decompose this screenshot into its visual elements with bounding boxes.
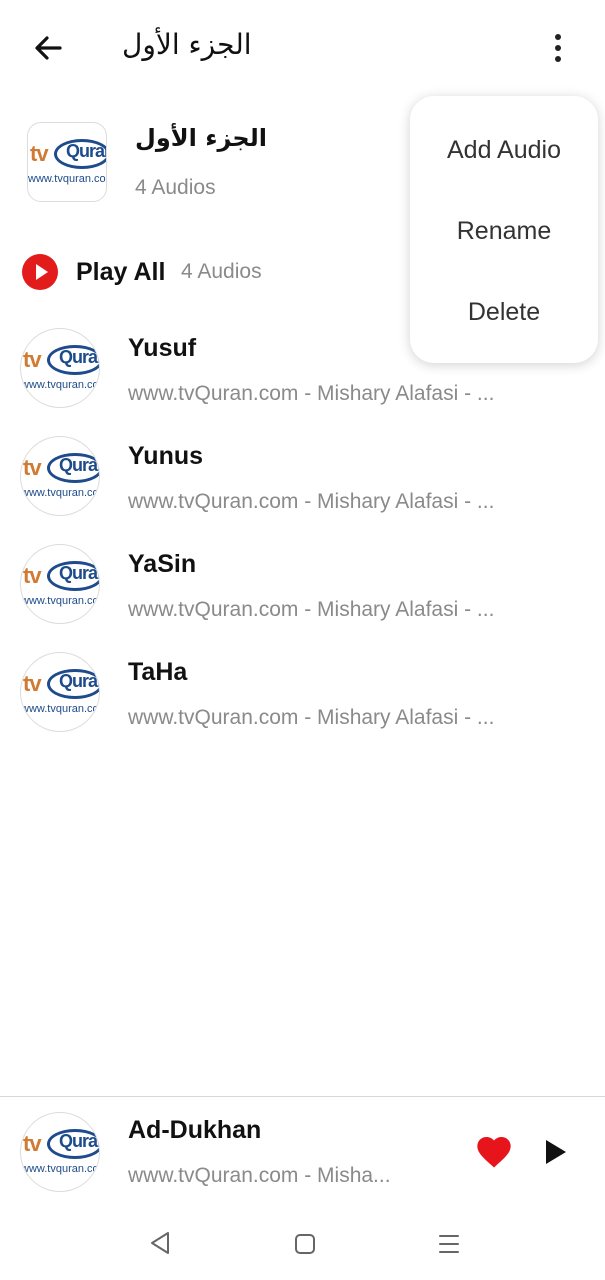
track-title: Yusuf xyxy=(128,334,197,362)
play-circle-icon[interactable] xyxy=(22,254,58,290)
track-thumbnail: tv Quran www.tvquran.com xyxy=(20,328,100,408)
now-playing-thumbnail[interactable]: tv Quran www.tvquran.com xyxy=(20,1112,100,1192)
list-item[interactable]: tv Quran www.tvquran.com Yunus www.tvQur… xyxy=(0,436,605,546)
track-title: Yunus xyxy=(128,442,204,470)
options-menu: Add Audio Rename Delete xyxy=(410,96,598,363)
heart-icon xyxy=(477,1137,511,1168)
track-thumbnail: tv Quran www.tvquran.com xyxy=(20,652,100,732)
track-subtitle: www.tvQuran.com - Mishary Alafasi - ... xyxy=(128,598,495,621)
track-thumbnail: tv Quran www.tvquran.com xyxy=(20,436,100,516)
page-title: الجزء الأول xyxy=(122,28,252,61)
play-all-button[interactable]: Play All xyxy=(76,258,165,287)
playlist-name: الجزء الأول xyxy=(135,124,267,152)
menu-item-delete[interactable]: Delete xyxy=(410,298,598,327)
play-all-count: 4 Audios xyxy=(181,260,262,283)
playlist-thumbnail: tv Quran www.tvquran.com xyxy=(27,122,107,202)
back-button[interactable] xyxy=(22,22,74,74)
playlist-audio-count: 4 Audios xyxy=(135,176,216,199)
more-options-button[interactable] xyxy=(536,24,580,72)
list-item[interactable]: tv Quran www.tvquran.com YaSin www.tvQur… xyxy=(0,544,605,654)
track-subtitle: www.tvQuran.com - Mishary Alafasi - ... xyxy=(128,706,495,729)
track-subtitle: www.tvQuran.com - Mishary Alafasi - ... xyxy=(128,490,495,513)
track-thumbnail: tv Quran www.tvquran.com xyxy=(20,544,100,624)
list-item[interactable]: tv Quran www.tvquran.com TaHa www.tvQura… xyxy=(0,652,605,762)
recents-menu-icon[interactable] xyxy=(437,1232,461,1256)
now-playing-subtitle[interactable]: www.tvQuran.com - Misha... xyxy=(128,1164,391,1188)
arrow-left-icon xyxy=(35,36,62,60)
back-triangle-icon[interactable] xyxy=(148,1230,172,1256)
menu-item-add-audio[interactable]: Add Audio xyxy=(410,136,598,165)
now-playing-title[interactable]: Ad-Dukhan xyxy=(128,1116,261,1145)
more-vertical-icon xyxy=(555,34,561,40)
play-button[interactable] xyxy=(540,1136,570,1168)
menu-item-rename[interactable]: Rename xyxy=(410,217,598,246)
home-square-icon[interactable] xyxy=(293,1232,317,1256)
play-icon xyxy=(546,1140,566,1164)
system-navigation-bar xyxy=(0,1210,605,1280)
track-title: YaSin xyxy=(128,550,197,578)
divider xyxy=(0,1096,605,1097)
track-title: TaHa xyxy=(128,658,188,686)
track-subtitle: www.tvQuran.com - Mishary Alafasi - ... xyxy=(128,382,495,405)
favorite-button[interactable] xyxy=(474,1132,514,1172)
